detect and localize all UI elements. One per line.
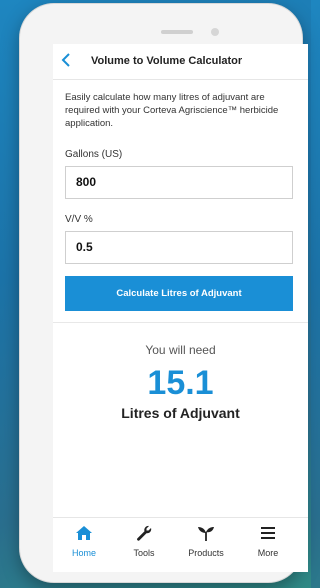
gallons-input[interactable]: 800 (65, 166, 293, 199)
tab-products-label: Products (188, 548, 224, 558)
tab-products[interactable]: Products (181, 524, 231, 558)
tab-bar: Home Tools Products More (53, 517, 308, 572)
home-icon (76, 526, 92, 540)
phone-frame: Volume to Volume Calculator Easily calcu… (20, 4, 308, 582)
tab-tools[interactable]: Tools (119, 524, 169, 558)
vv-input[interactable]: 0.5 (65, 231, 293, 264)
header: Volume to Volume Calculator (53, 44, 308, 80)
menu-icon (261, 527, 275, 539)
tab-home-label: Home (71, 548, 96, 558)
page-title: Volume to Volume Calculator (91, 55, 243, 67)
speaker-slot (161, 30, 193, 34)
chevron-left-icon (61, 53, 70, 67)
result-unit: Litres of Adjuvant (121, 405, 240, 421)
tab-home[interactable]: Home (59, 524, 109, 558)
description: Easily calculate how many litres of adju… (65, 92, 279, 129)
result-intro: You will need (145, 343, 216, 357)
tab-more[interactable]: More (243, 524, 293, 558)
tab-more-label: More (257, 548, 279, 558)
tab-tools-label: Tools (133, 548, 155, 558)
wrench-icon (137, 525, 152, 541)
camera-dot (211, 28, 219, 36)
divider (53, 322, 308, 323)
plant-icon (198, 527, 214, 541)
app-screen: Volume to Volume Calculator Easily calcu… (53, 44, 308, 572)
vv-label: V/V % (65, 214, 93, 225)
calculate-button[interactable]: Calculate Litres of Adjuvant (65, 276, 293, 311)
gallons-label: Gallons (US) (65, 149, 123, 160)
result-value: 15.1 (147, 364, 214, 402)
back-button[interactable] (61, 52, 75, 70)
